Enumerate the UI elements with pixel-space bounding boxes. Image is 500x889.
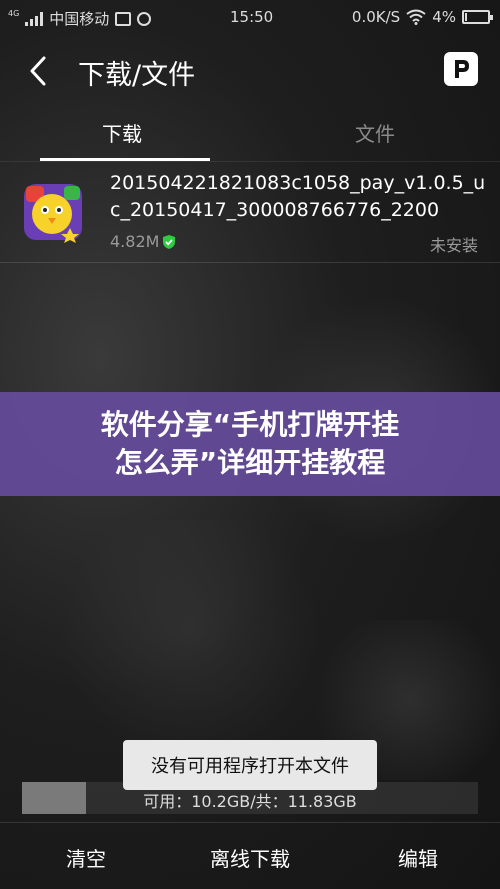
install-status: 未安装 [429,236,478,255]
person-notification-icon [137,11,152,26]
p-logo-icon[interactable] [444,52,478,86]
app-header: 下载/文件 [0,40,500,100]
offline-download-button[interactable]: 离线下载 [210,843,290,872]
status-bar: 4G 中国移动 15:50 0.0K/S 4% [0,0,500,36]
page-title: 下载/文件 [78,60,196,91]
banner-line-2: 怎么弄”详细开挂教程 [114,446,386,479]
carrier-name: 中国移动 [49,10,110,28]
file-size-group: 4.82M [110,232,177,251]
verified-shield-icon [163,234,176,249]
image-notification-icon [115,11,132,26]
divider [0,262,500,263]
download-list-item[interactable]: 201504221821083c1058_pay_v1.0.5_uc_20150… [0,162,500,262]
edit-button[interactable]: 编辑 [398,843,438,872]
tab-files[interactable]: 文件 [355,118,395,147]
network-type: 4G [8,8,20,18]
app-icon [24,184,82,243]
network-speed: 0.0K/S [351,8,401,26]
back-arrow-icon[interactable] [24,54,52,88]
toast-message: 没有可用程序打开本文件 [123,740,377,790]
storage-text: 可用：10.2GB/共：11.83GB [143,792,357,811]
background-blur [40,520,340,740]
tab-download[interactable]: 下载 [102,118,142,147]
overlay-banner: 软件分享“手机打牌开挂 怎么弄”详细开挂教程 [0,392,500,496]
banner-line-1: 软件分享“手机打牌开挂 [100,408,400,441]
clock: 15:50 [230,8,274,26]
file-name: 201504221821083c1058_pay_v1.0.5_uc_20150… [110,172,486,221]
bottom-action-bar: 清空 离线下载 编辑 [0,822,500,889]
tab-bar: 下载 文件 [0,110,500,162]
file-size: 4.82M [110,232,160,251]
battery-percent: 4% [432,8,456,26]
signal-icon [25,11,44,26]
battery-icon [462,10,493,24]
clear-button[interactable]: 清空 [66,843,106,872]
wifi-icon [406,9,426,25]
